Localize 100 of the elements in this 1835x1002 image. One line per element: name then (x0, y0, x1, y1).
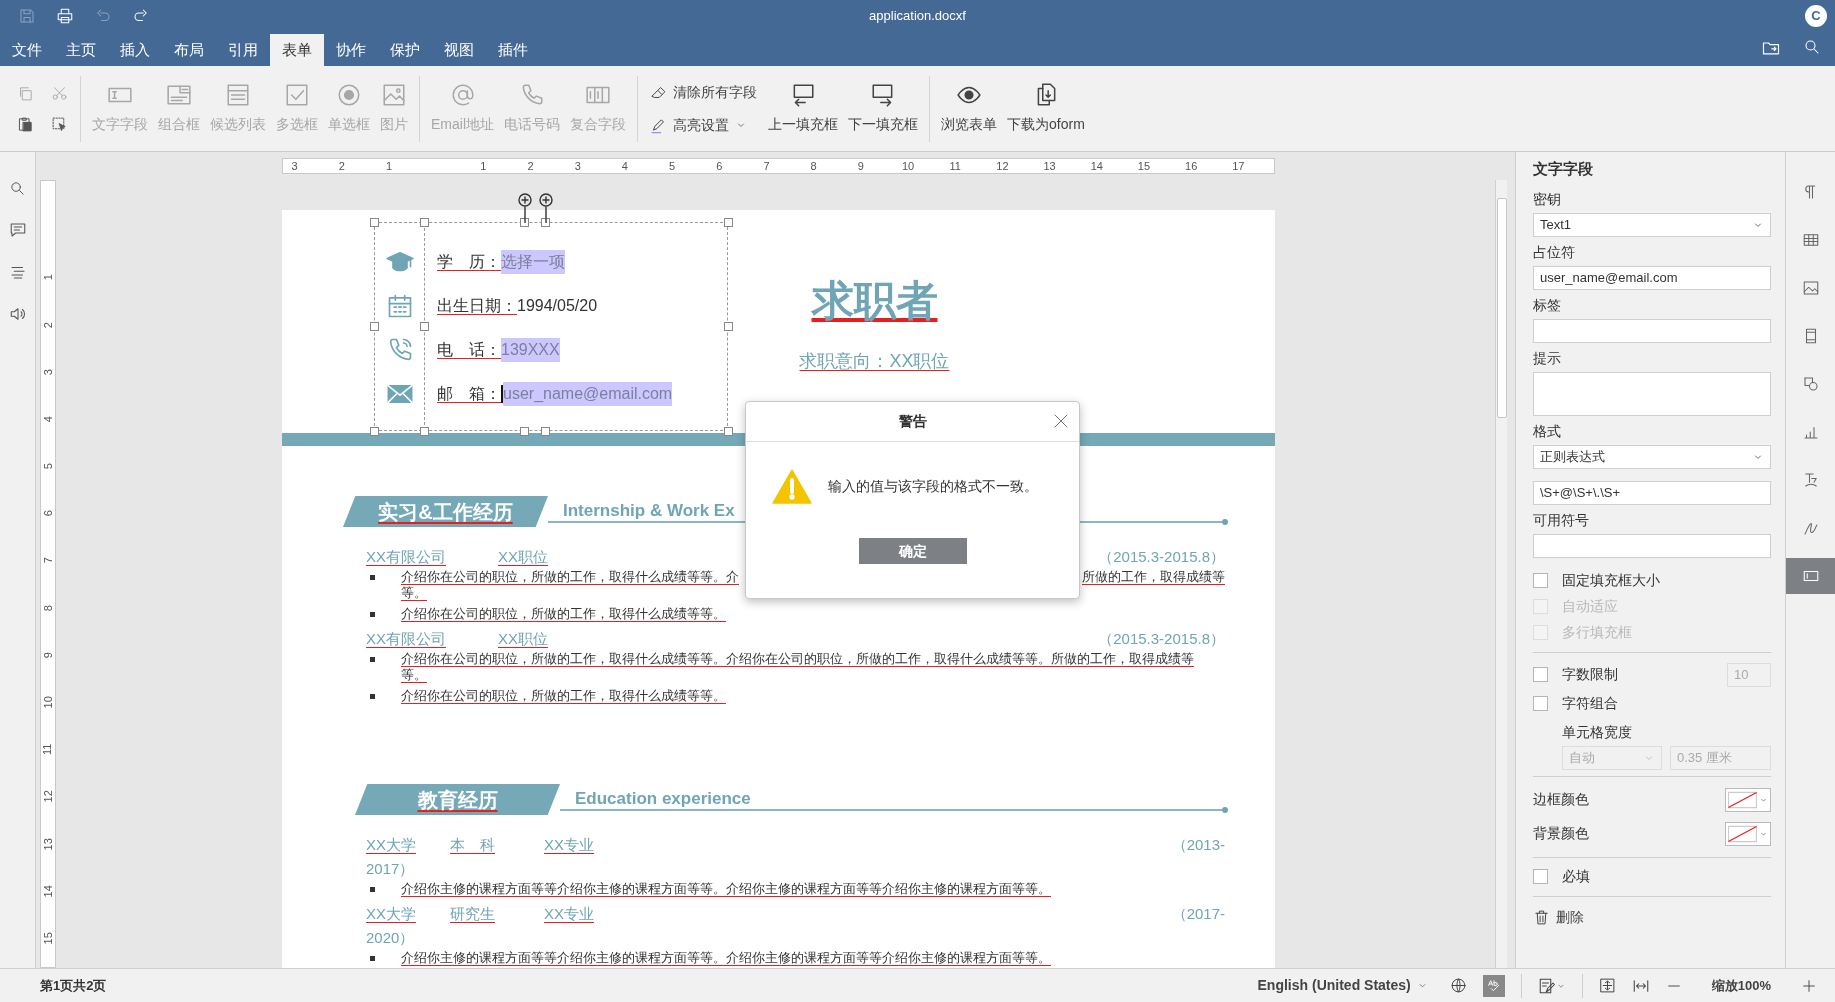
trash-icon (1533, 908, 1550, 926)
user-avatar[interactable]: C (1805, 5, 1827, 27)
field-label: 电 话： (437, 340, 501, 360)
ruler-number: 5 (40, 463, 55, 470)
vertical-scrollbar[interactable] (1495, 180, 1507, 968)
pattern-input[interactable]: \S+@\S+\.\S+ (1533, 480, 1771, 505)
resize-handle[interactable] (541, 427, 550, 436)
resize-handle[interactable] (541, 218, 550, 227)
resize-handle[interactable] (370, 322, 379, 331)
field-label: 可用符号 (1533, 510, 1590, 530)
field-label: 格式 (1533, 421, 1562, 441)
ruler-number: 7 (40, 557, 55, 564)
rule-end-dot (1222, 807, 1228, 813)
language-select[interactable]: English (United States) (1251, 971, 1434, 1000)
date-range: （2015.3-2015.8） (1098, 546, 1225, 567)
clear-fields-button[interactable]: 清除所有字段 (644, 77, 763, 107)
ruler-number: 16 (1184, 158, 1199, 174)
ruler-number: 10 (900, 158, 916, 174)
resize-handle[interactable] (370, 218, 379, 227)
select-icon[interactable] (50, 115, 68, 133)
ruler-number: 12 (40, 790, 55, 803)
tip-input[interactable] (1533, 371, 1771, 416)
color-picker[interactable] (1725, 787, 1771, 812)
resize-handle[interactable] (520, 427, 529, 436)
menu-tab[interactable]: 表单 (270, 34, 324, 66)
field-label: 邮 箱： (437, 384, 501, 404)
tag-input[interactable] (1533, 318, 1771, 343)
section-title: 教育经历 (355, 784, 560, 815)
bullet-text: 介绍你在公司的职位，所做的工作，取得什么成绩等等。介绍你在公司的职位，所做的工作，取得什么成绩等等。所做的工作，取得成绩等 (401, 651, 1194, 667)
menu-tab[interactable]: 布局 (162, 34, 216, 66)
comment-icon[interactable] (8, 221, 27, 239)
format-select[interactable]: 正则表达式 (1533, 444, 1771, 469)
bullet-marker (370, 956, 375, 961)
menu-tab[interactable]: 协作 (324, 34, 378, 66)
ruler-number: 1 (40, 274, 55, 281)
download-oform-button[interactable]: 下载为oform (1002, 80, 1090, 137)
scrollbar-thumb[interactable] (1497, 198, 1507, 418)
bullet-text: 介绍你在公司的职位，所做的工作，取得什么成绩等等。 (401, 688, 726, 704)
resize-handle[interactable] (420, 427, 429, 436)
fit-page-icon[interactable] (1598, 977, 1616, 994)
print-icon[interactable] (56, 7, 74, 25)
menu-tab[interactable]: 引用 (216, 34, 270, 66)
menu-tab[interactable]: 插入 (108, 34, 162, 66)
close-button[interactable] (1053, 413, 1069, 429)
placeholder-input[interactable]: user_name@email.com (1533, 265, 1771, 290)
paste-icon[interactable] (16, 115, 34, 133)
globe-icon[interactable] (1449, 977, 1467, 994)
date-range: （2017- (1171, 903, 1225, 924)
ruler-number: 15 (40, 932, 55, 945)
next-field-button[interactable]: 下一填充框 (843, 80, 923, 137)
speaker-icon[interactable] (8, 305, 27, 323)
field-label: 背景颜色 (1533, 824, 1589, 843)
bullet-marker (370, 887, 375, 892)
key-select[interactable]: Text1 (1533, 212, 1771, 237)
ruler-number: 10 (40, 696, 55, 709)
checkbox[interactable] (1533, 869, 1548, 884)
field-label: 出生日期： (437, 296, 517, 316)
field-label: 占位符 (1533, 242, 1576, 262)
search-icon[interactable] (9, 180, 26, 197)
zoom-in-icon[interactable] (1801, 977, 1817, 994)
ruler-number: 8 (809, 158, 818, 174)
menu-tab[interactable]: 主页 (54, 34, 108, 66)
field-label: 提示 (1533, 348, 1562, 368)
ok-button[interactable]: 确定 (858, 538, 967, 564)
highlight-settings-button[interactable]: 高亮设置 (644, 110, 763, 140)
search-icon[interactable] (1803, 38, 1821, 56)
ruler-number: 6 (40, 510, 55, 517)
rotate-handle-icon[interactable] (539, 193, 553, 223)
side-tab[interactable] (1785, 558, 1835, 594)
page-counter: 第1页共2页 (40, 976, 107, 995)
image-icon (1801, 279, 1820, 297)
ruler-number: 14 (40, 884, 55, 898)
resize-handle[interactable] (420, 322, 429, 331)
menu-tab[interactable]: 保护 (378, 34, 432, 66)
resize-handle[interactable] (370, 427, 379, 436)
date-range: （2015.3-2015.8） (1098, 628, 1225, 649)
resize-handle[interactable] (724, 218, 733, 227)
previous-field-button[interactable]: 上一填充框 (763, 80, 843, 137)
resize-handle[interactable] (420, 218, 429, 227)
checkbox[interactable] (1533, 696, 1548, 711)
rotate-handle-icon[interactable] (518, 193, 532, 223)
delete-button[interactable]: 删除 (1533, 902, 1590, 932)
menu-tab[interactable]: 视图 (432, 34, 486, 66)
warning-icon (772, 468, 812, 504)
company-name: XX有限公司 (366, 628, 447, 649)
track-changes-button[interactable] (1537, 976, 1566, 995)
view-form-button[interactable]: 浏览表单 (936, 80, 1002, 137)
checkbox[interactable] (1533, 573, 1548, 588)
ruler-number: 6 (715, 158, 724, 174)
color-picker[interactable] (1725, 821, 1771, 846)
panel-title: 文字字段 (1533, 159, 1594, 179)
text-cursor (501, 385, 503, 403)
spellcheck-toggle[interactable] (1482, 974, 1505, 997)
resize-handle[interactable] (724, 427, 733, 436)
resize-handle[interactable] (724, 322, 733, 331)
menu-tab[interactable]: 文件 (0, 34, 54, 66)
menu-tab[interactable]: 插件 (486, 34, 540, 66)
field-value[interactable]: 1994/05/20 (517, 294, 598, 318)
resize-handle[interactable] (520, 218, 529, 227)
allowed-symbols-input[interactable] (1533, 533, 1771, 558)
